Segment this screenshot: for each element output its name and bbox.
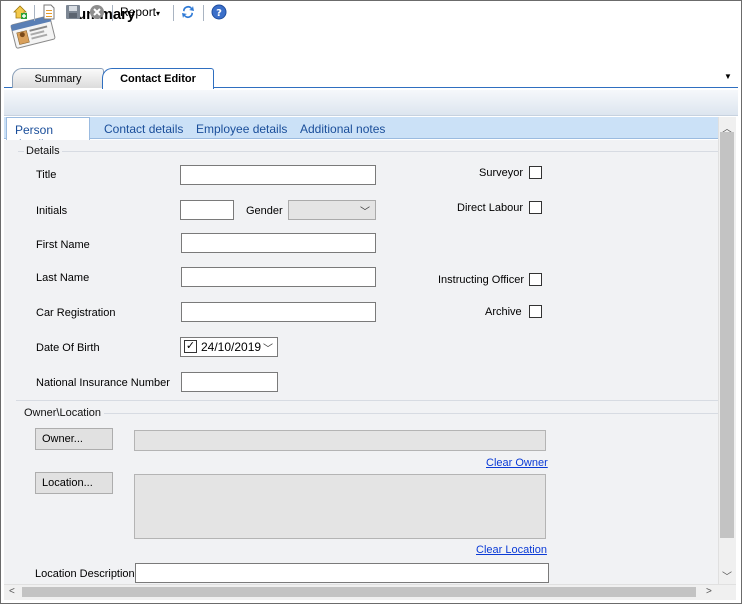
help-icon[interactable]: ? xyxy=(211,4,227,20)
surveyor-label: Surveyor xyxy=(479,167,524,179)
horizontal-scroll-thumb[interactable] xyxy=(22,587,696,597)
direct-labour-checkbox[interactable] xyxy=(529,201,542,214)
car-registration-label: Car Registration xyxy=(36,307,116,319)
title-input[interactable] xyxy=(180,165,376,185)
save-icon[interactable] xyxy=(65,4,81,20)
location-description-input[interactable] xyxy=(135,563,549,583)
toolbar xyxy=(4,90,738,116)
national-insurance-input[interactable] xyxy=(181,372,278,392)
group-divider xyxy=(16,400,718,401)
owner-display xyxy=(134,430,546,451)
toolbar-separator xyxy=(112,5,113,21)
instructing-officer-label: Instructing Officer xyxy=(438,274,524,286)
subtab-contact-details[interactable]: Contact details xyxy=(104,122,183,136)
date-of-birth-value: 24/10/2019 xyxy=(201,340,262,354)
chevron-down-icon: ﹀ xyxy=(360,207,370,218)
chevron-down-icon: ▾ xyxy=(156,9,161,18)
subtab-additional-notes[interactable]: Additional notes xyxy=(300,122,385,136)
home-add-icon[interactable] xyxy=(12,4,28,20)
chevron-left-icon[interactable]: < xyxy=(9,586,15,597)
owner-location-group-title: Owner\Location xyxy=(24,407,102,419)
location-display xyxy=(134,474,546,539)
toolbar-separator xyxy=(34,5,35,21)
national-insurance-label: National Insurance Number xyxy=(36,377,170,389)
last-name-input[interactable] xyxy=(181,267,376,287)
tab-contact-editor[interactable]: Contact Editor xyxy=(102,68,214,89)
refresh-icon[interactable] xyxy=(180,4,196,20)
group-divider xyxy=(104,413,718,414)
last-name-label: Last Name xyxy=(36,272,90,284)
clear-owner-link[interactable]: Clear Owner xyxy=(486,457,548,469)
report-menu-button[interactable]: Report▾ xyxy=(120,5,160,19)
chevron-down-icon: ﹀ xyxy=(263,344,273,355)
tab-summary[interactable]: Summary xyxy=(12,68,104,88)
instructing-officer-checkbox[interactable] xyxy=(529,273,542,286)
date-of-birth-picker[interactable]: ✓ 24/10/2019 ﹀ xyxy=(180,337,278,357)
date-of-birth-label: Date Of Birth xyxy=(36,342,100,354)
surveyor-checkbox[interactable] xyxy=(529,166,542,179)
title-label: Title xyxy=(36,169,57,181)
clear-location-link[interactable]: Clear Location xyxy=(476,544,547,556)
car-registration-input[interactable] xyxy=(181,302,376,322)
cancel-icon[interactable] xyxy=(89,4,105,20)
first-name-label: First Name xyxy=(36,239,90,251)
gender-select[interactable]: ﹀ xyxy=(288,200,376,220)
subtab-employee-details[interactable]: Employee details xyxy=(196,122,287,136)
archive-checkbox[interactable] xyxy=(529,305,542,318)
chevron-right-icon[interactable]: > xyxy=(706,586,712,597)
tabs-dropdown-icon[interactable]: ▼ xyxy=(724,72,732,81)
initials-label: Initials xyxy=(36,205,68,217)
subtab-person-details[interactable]: Person details xyxy=(6,117,90,151)
location-button[interactable]: Location... xyxy=(35,472,113,494)
toolbar-separator xyxy=(203,5,204,21)
new-document-icon[interactable] xyxy=(41,4,57,20)
owner-button[interactable]: Owner... xyxy=(35,428,113,450)
toolbar-separator xyxy=(173,5,174,21)
archive-label: Archive xyxy=(485,306,522,318)
gender-label: Gender xyxy=(246,205,283,217)
svg-text:?: ? xyxy=(216,8,222,19)
chevron-down-icon[interactable]: ﹀ xyxy=(722,568,732,583)
initials-input[interactable] xyxy=(180,200,234,220)
vertical-scroll-thumb[interactable] xyxy=(720,132,734,538)
first-name-input[interactable] xyxy=(181,233,376,253)
details-group-title: Details xyxy=(24,145,62,157)
location-description-label: Location Description xyxy=(35,568,135,580)
direct-labour-label: Direct Labour xyxy=(457,202,524,214)
group-divider xyxy=(18,151,718,152)
report-label: Report xyxy=(120,5,157,19)
check-icon[interactable]: ✓ xyxy=(184,340,197,353)
